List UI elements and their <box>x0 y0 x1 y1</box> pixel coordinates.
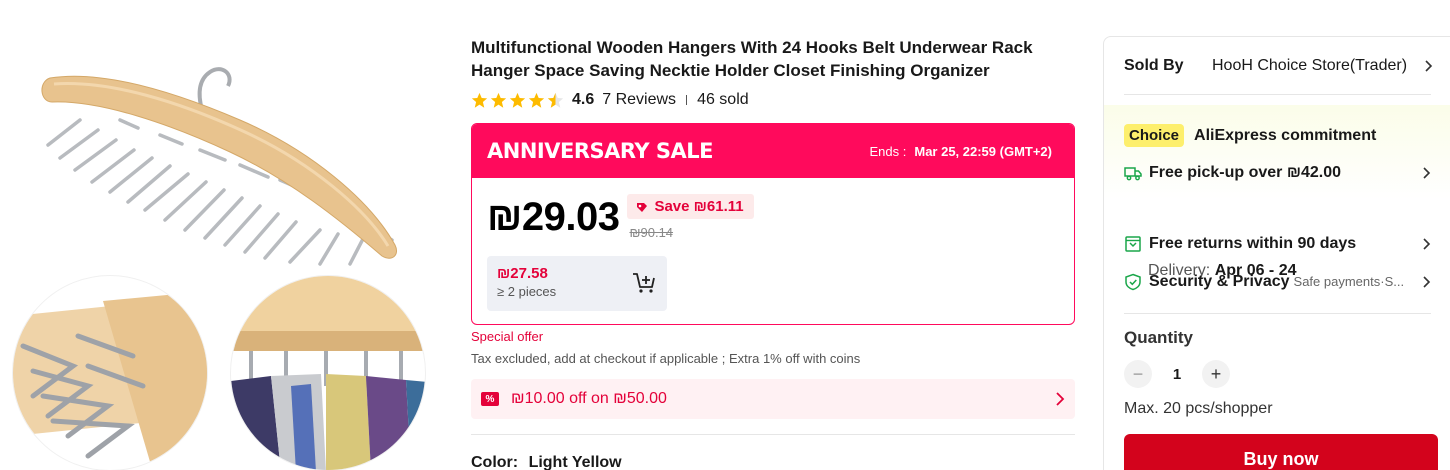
ends-label: Ends : <box>869 143 907 159</box>
divider <box>686 95 688 105</box>
security-subtext: Safe payments·S... <box>1293 274 1405 289</box>
choice-row: Choice AliExpress commitment <box>1124 124 1376 147</box>
half-star-icon <box>547 92 564 108</box>
current-price: ₪29.03 <box>487 195 620 239</box>
sold-count: 46 sold <box>697 91 749 108</box>
security-row[interactable]: Security & Privacy Safe payments·S... <box>1124 273 1432 291</box>
quantity-label: Quantity <box>1124 328 1193 347</box>
save-wrap: Save ₪61.11 ₪90.14 <box>627 194 754 240</box>
image-gallery <box>0 0 450 470</box>
divider <box>1124 94 1431 95</box>
thumbnail-1-graphic <box>13 291 207 470</box>
quantity-value[interactable]: 1 <box>1152 366 1202 383</box>
sale-box: ANNIVERSARY SALE Ends : Mar 25, 22:59 (GM… <box>471 123 1075 325</box>
truck-icon <box>1124 167 1142 181</box>
chevron-right-icon <box>1423 276 1431 288</box>
thumbnail-2-graphic <box>231 276 425 470</box>
star-icon <box>528 92 545 108</box>
choice-badge: Choice <box>1124 124 1185 147</box>
save-amount: Save ₪61.11 <box>654 198 744 215</box>
thumbnail-image-2[interactable] <box>230 275 426 470</box>
chevron-right-icon <box>1423 238 1431 250</box>
bulk-price-card[interactable]: ₪27.58 ≥ 2 pieces <box>487 256 667 311</box>
tax-note: Tax excluded, add at checkout if applica… <box>471 351 861 366</box>
pickup-row[interactable]: Free pick-up over ₪42.00 <box>1124 164 1432 182</box>
commitment-title: AliExpress commitment <box>1194 126 1377 144</box>
chevron-right-icon <box>1056 392 1065 406</box>
coupon-bar[interactable]: % ₪10.00 off on ₪50.00 <box>471 379 1075 419</box>
sold-by-label: Sold By <box>1124 57 1184 74</box>
return-icon <box>1125 236 1141 252</box>
main-product-image[interactable] <box>20 40 420 275</box>
product-title: Multifunctional Wooden Hangers With 24 H… <box>471 38 1033 80</box>
security-title: Security & Privacy <box>1149 273 1290 290</box>
price-drop-icon <box>637 202 648 212</box>
sale-title: ANNIVERSARY SALE <box>487 139 714 163</box>
returns-text: Free returns within 90 days <box>1149 235 1357 252</box>
max-quantity-note: Max. 20 pcs/shopper <box>1124 400 1273 417</box>
store-name[interactable]: HooH Choice Store(Trader) <box>1212 57 1424 75</box>
star-icon <box>490 92 507 108</box>
security-text: Security & Privacy Safe payments·S... <box>1149 273 1422 291</box>
purchase-panel: Sold By HooH Choice Store(Trader) Choice… <box>1103 36 1450 470</box>
sale-countdown: Ends : Mar 25, 22:59 (GMT+2) <box>870 144 1053 159</box>
price-row: ₪29.03 Save ₪61.11 ₪90.14 <box>487 194 754 240</box>
chevron-right-icon <box>1423 167 1431 179</box>
returns-row[interactable]: Free returns within 90 days <box>1124 235 1432 253</box>
divider <box>1124 313 1431 314</box>
product-info: Multifunctional Wooden Hangers With 24 H… <box>471 0 1075 470</box>
ends-time: Mar 25, 22:59 (GMT+2) <box>914 143 1052 159</box>
rating-stars[interactable] <box>471 92 564 109</box>
reviews-link[interactable]: 7 Reviews <box>602 91 676 109</box>
star-icon <box>509 92 526 108</box>
shield-icon <box>1125 273 1141 291</box>
quantity-increase-button[interactable]: + <box>1202 360 1230 388</box>
color-value: Light Yellow <box>528 454 622 470</box>
thumbnail-image-1[interactable] <box>12 275 208 470</box>
special-offer-label: Special offer <box>471 329 544 344</box>
quantity-decrease-button[interactable]: − <box>1124 360 1152 388</box>
chevron-right-icon <box>1425 60 1433 72</box>
quantity-stepper: − 1 + <box>1124 360 1230 388</box>
color-label: Color: <box>471 454 519 470</box>
coupon-text: ₪10.00 off on ₪50.00 <box>511 390 667 407</box>
buy-now-button[interactable]: Buy now <box>1124 434 1438 470</box>
cart-add-icon[interactable] <box>631 270 657 296</box>
rating-row: 4.6 7 Reviews 46 sold <box>471 90 749 110</box>
coupon-icon: % <box>481 392 499 406</box>
color-selector: Color: Light Yellow <box>471 454 622 470</box>
original-price: ₪90.14 <box>629 225 674 240</box>
rating-value: 4.6 <box>572 91 595 108</box>
pickup-text: Free pick-up over ₪42.00 <box>1149 164 1341 181</box>
seller-row[interactable]: Sold By HooH Choice Store(Trader) <box>1124 57 1434 75</box>
save-badge: Save ₪61.11 <box>627 194 754 219</box>
product-page: Multifunctional Wooden Hangers With 24 H… <box>0 0 1450 470</box>
sale-banner: ANNIVERSARY SALE Ends : Mar 25, 22:59 (GM… <box>472 124 1074 178</box>
divider <box>471 434 1075 435</box>
commitment-section: Choice AliExpress commitment Free pick-u… <box>1104 105 1450 315</box>
star-icon <box>471 92 488 108</box>
